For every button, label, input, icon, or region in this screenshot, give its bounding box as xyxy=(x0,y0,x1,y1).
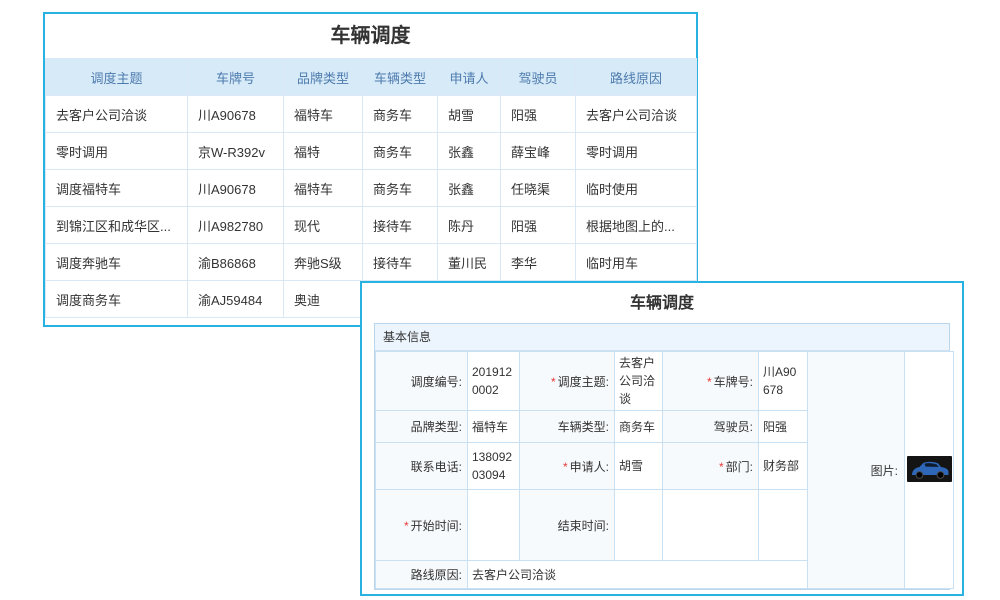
driver-link[interactable]: 阳强 xyxy=(501,96,576,133)
col-header-applicant: 申请人 xyxy=(438,59,501,96)
subject-link[interactable]: 调度福特车 xyxy=(46,170,188,207)
route-reason-label: 路线原因: xyxy=(376,561,468,589)
reason-cell: 根据地图上的... xyxy=(576,207,697,244)
plate-link[interactable]: 京W-R392v xyxy=(188,133,284,170)
col-header-driver: 驾驶员 xyxy=(501,59,576,96)
form-row: 调度编号: 2019120002 *调度主题: 去客户公司洽谈 *车牌号: 川A… xyxy=(376,352,954,411)
brand-cell: 现代 xyxy=(284,207,363,244)
department-label-text: 部门: xyxy=(726,460,753,474)
table-row: 去客户公司洽谈 川A90678 福特车 商务车 胡雪 阳强 去客户公司洽谈 xyxy=(46,96,697,133)
table-row: 调度福特车 川A90678 福特车 商务车 张鑫 任晓渠 临时使用 xyxy=(46,170,697,207)
detail-panel-title: 车辆调度 xyxy=(362,283,962,323)
start-time-value xyxy=(468,490,520,561)
dispatch-no-value: 2019120002 xyxy=(468,352,520,411)
plate-link[interactable]: 渝AJ59484 xyxy=(188,281,284,318)
list-panel-title: 车辆调度 xyxy=(45,14,696,58)
type-cell: 商务车 xyxy=(363,170,438,207)
applicant-label-text: 申请人: xyxy=(570,460,609,474)
detail-form-table: 调度编号: 2019120002 *调度主题: 去客户公司洽谈 *车牌号: 川A… xyxy=(375,351,954,589)
photo-cell xyxy=(905,352,954,589)
start-time-label-text: 开始时间: xyxy=(411,519,462,533)
applicant-cell: 张鑫 xyxy=(438,170,501,207)
basic-info-section: 基本信息 调度编号: 2019120002 *调度主题: 去客户公司洽谈 *车牌… xyxy=(374,323,950,590)
dispatch-no-label: 调度编号: xyxy=(376,352,468,411)
plate-link[interactable]: 渝B86868 xyxy=(188,244,284,281)
brand-cell: 福特车 xyxy=(284,170,363,207)
col-header-type: 车辆类型 xyxy=(363,59,438,96)
plate-link[interactable]: 川A982780 xyxy=(188,207,284,244)
applicant-cell: 张鑫 xyxy=(438,133,501,170)
applicant-cell: 董川民 xyxy=(438,244,501,281)
vehicle-type-label: 车辆类型: xyxy=(520,411,615,443)
subject-link[interactable]: 零时调用 xyxy=(46,133,188,170)
dispatch-table-header-row: 调度主题 车牌号 品牌类型 车辆类型 申请人 驾驶员 路线原因 xyxy=(46,59,697,96)
empty-cell xyxy=(663,490,759,561)
driver-link[interactable]: 李华 xyxy=(501,244,576,281)
subject-label-text: 调度主题: xyxy=(558,375,609,389)
driver-link[interactable]: 任晓渠 xyxy=(501,170,576,207)
applicant-cell: 胡雪 xyxy=(438,96,501,133)
type-cell: 商务车 xyxy=(363,96,438,133)
subject-link[interactable]: 调度商务车 xyxy=(46,281,188,318)
brand-label: 品牌类型: xyxy=(376,411,468,443)
vehicle-type-value: 商务车 xyxy=(615,411,663,443)
basic-info-section-header: 基本信息 xyxy=(375,324,949,351)
reason-cell: 去客户公司洽谈 xyxy=(576,96,697,133)
subject-link[interactable]: 去客户公司洽谈 xyxy=(46,96,188,133)
reason-cell: 临时使用 xyxy=(576,170,697,207)
table-row: 零时调用 京W-R392v 福特 商务车 张鑫 薛宝峰 零时调用 xyxy=(46,133,697,170)
department-value: 财务部 xyxy=(759,443,808,490)
phone-value: 13809203094 xyxy=(468,443,520,490)
route-reason-value: 去客户公司洽谈 xyxy=(468,561,808,589)
brand-cell: 奔驰S级 xyxy=(284,244,363,281)
type-cell: 接待车 xyxy=(363,207,438,244)
driver-label: 驾驶员: xyxy=(663,411,759,443)
subject-value: 去客户公司洽谈 xyxy=(615,352,663,411)
reason-cell: 零时调用 xyxy=(576,133,697,170)
plate-link[interactable]: 川A90678 xyxy=(188,170,284,207)
brand-cell: 福特车 xyxy=(284,96,363,133)
subject-label: *调度主题: xyxy=(520,352,615,411)
end-time-value xyxy=(615,490,663,561)
subject-link[interactable]: 调度奔驰车 xyxy=(46,244,188,281)
table-row: 到锦江区和成华区... 川A982780 现代 接待车 陈丹 阳强 根据地图上的… xyxy=(46,207,697,244)
plate-link[interactable]: 川A90678 xyxy=(188,96,284,133)
driver-link[interactable]: 薛宝峰 xyxy=(501,133,576,170)
applicant-value: 胡雪 xyxy=(615,443,663,490)
reason-cell: 临时用车 xyxy=(576,244,697,281)
type-cell: 商务车 xyxy=(363,133,438,170)
col-header-plate: 车牌号 xyxy=(188,59,284,96)
required-asterisk: * xyxy=(551,375,556,389)
col-header-reason: 路线原因 xyxy=(576,59,697,96)
end-time-label: 结束时间: xyxy=(520,490,615,561)
required-asterisk: * xyxy=(563,460,568,474)
brand-cell: 福特 xyxy=(284,133,363,170)
plate-label-text: 车牌号: xyxy=(714,375,753,389)
photo-label: 图片: xyxy=(808,352,905,589)
vehicle-photo xyxy=(907,456,952,482)
vehicle-dispatch-list-panel: 车辆调度 调度主题 车牌号 品牌类型 车辆类型 申请人 驾驶员 路线原因 去客户… xyxy=(43,12,698,327)
dispatch-table: 调度主题 车牌号 品牌类型 车辆类型 申请人 驾驶员 路线原因 去客户公司洽谈 … xyxy=(45,58,697,318)
driver-link[interactable]: 阳强 xyxy=(501,207,576,244)
applicant-cell: 陈丹 xyxy=(438,207,501,244)
brand-cell: 奥迪 xyxy=(284,281,363,318)
applicant-label: *申请人: xyxy=(520,443,615,490)
department-label: *部门: xyxy=(663,443,759,490)
required-asterisk: * xyxy=(707,375,712,389)
empty-cell xyxy=(759,490,808,561)
plate-label: *车牌号: xyxy=(663,352,759,411)
brand-value: 福特车 xyxy=(468,411,520,443)
table-row: 调度奔驰车 渝B86868 奔驰S级 接待车 董川民 李华 临时用车 xyxy=(46,244,697,281)
phone-label: 联系电话: xyxy=(376,443,468,490)
type-cell: 接待车 xyxy=(363,244,438,281)
subject-link[interactable]: 到锦江区和成华区... xyxy=(46,207,188,244)
required-asterisk: * xyxy=(404,519,409,533)
col-header-subject: 调度主题 xyxy=(46,59,188,96)
col-header-brand: 品牌类型 xyxy=(284,59,363,96)
plate-value: 川A90678 xyxy=(759,352,808,411)
required-asterisk: * xyxy=(719,460,724,474)
vehicle-dispatch-detail-panel: 车辆调度 基本信息 调度编号: 2019120002 *调度主题: 去客户公司洽… xyxy=(360,281,964,596)
driver-value: 阳强 xyxy=(759,411,808,443)
start-time-label: *开始时间: xyxy=(376,490,468,561)
